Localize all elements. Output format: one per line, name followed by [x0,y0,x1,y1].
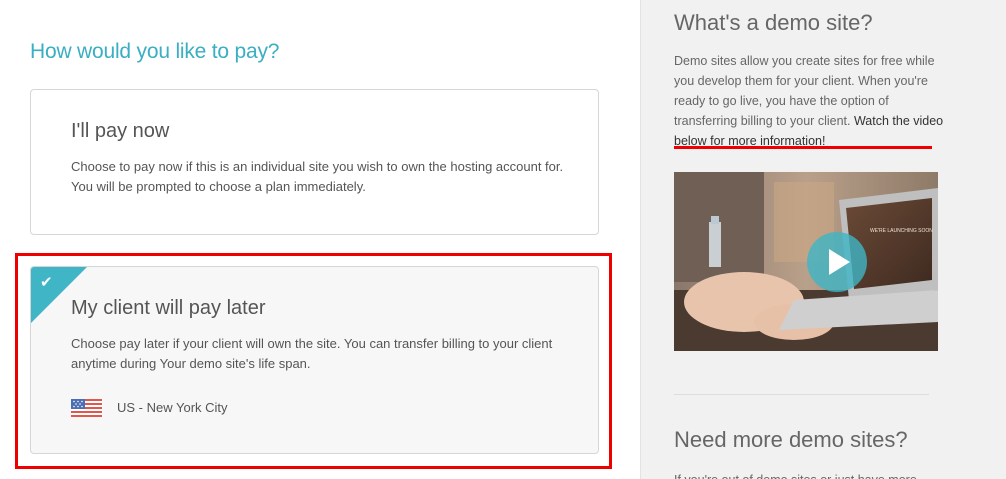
pay-now-title: I'll pay now [71,120,170,142]
video-screen-text: WE'RE LAUNCHING SOON [870,228,933,234]
checkmark-icon: ✔ [40,273,53,291]
pay-now-option[interactable]: I'll pay now Choose to pay now if this i… [30,89,599,235]
location-label: US - New York City [117,400,228,415]
main-panel: How would you like to pay? I'll pay now … [0,0,640,479]
play-icon[interactable] [807,232,867,292]
pay-later-title: My client will pay later [71,297,266,319]
more-demo-sites-text: If you're out of demo sites or just have… [674,470,954,479]
demo-video-thumbnail[interactable]: WE'RE LAUNCHING SOON [674,172,938,351]
demo-site-title: What's a demo site? [674,10,873,35]
more-demo-sites-title: Need more demo sites? [674,427,908,452]
pay-now-description: Choose to pay now if this is an individu… [71,159,564,194]
pay-later-description: Choose pay later if your client will own… [71,336,553,371]
us-flag-icon [71,399,102,417]
link-underline-annotation [674,146,932,149]
sidebar: What's a demo site? Demo sites allow you… [640,0,1006,479]
demo-site-text: Demo sites allow you create sites for fr… [674,51,954,151]
pay-later-option[interactable]: ✔ My client will pay later Choose pay la… [30,266,599,454]
video-scene: WE'RE LAUNCHING SOON [674,172,938,351]
page-title: How would you like to pay? [30,40,280,63]
sidebar-divider [674,394,929,395]
